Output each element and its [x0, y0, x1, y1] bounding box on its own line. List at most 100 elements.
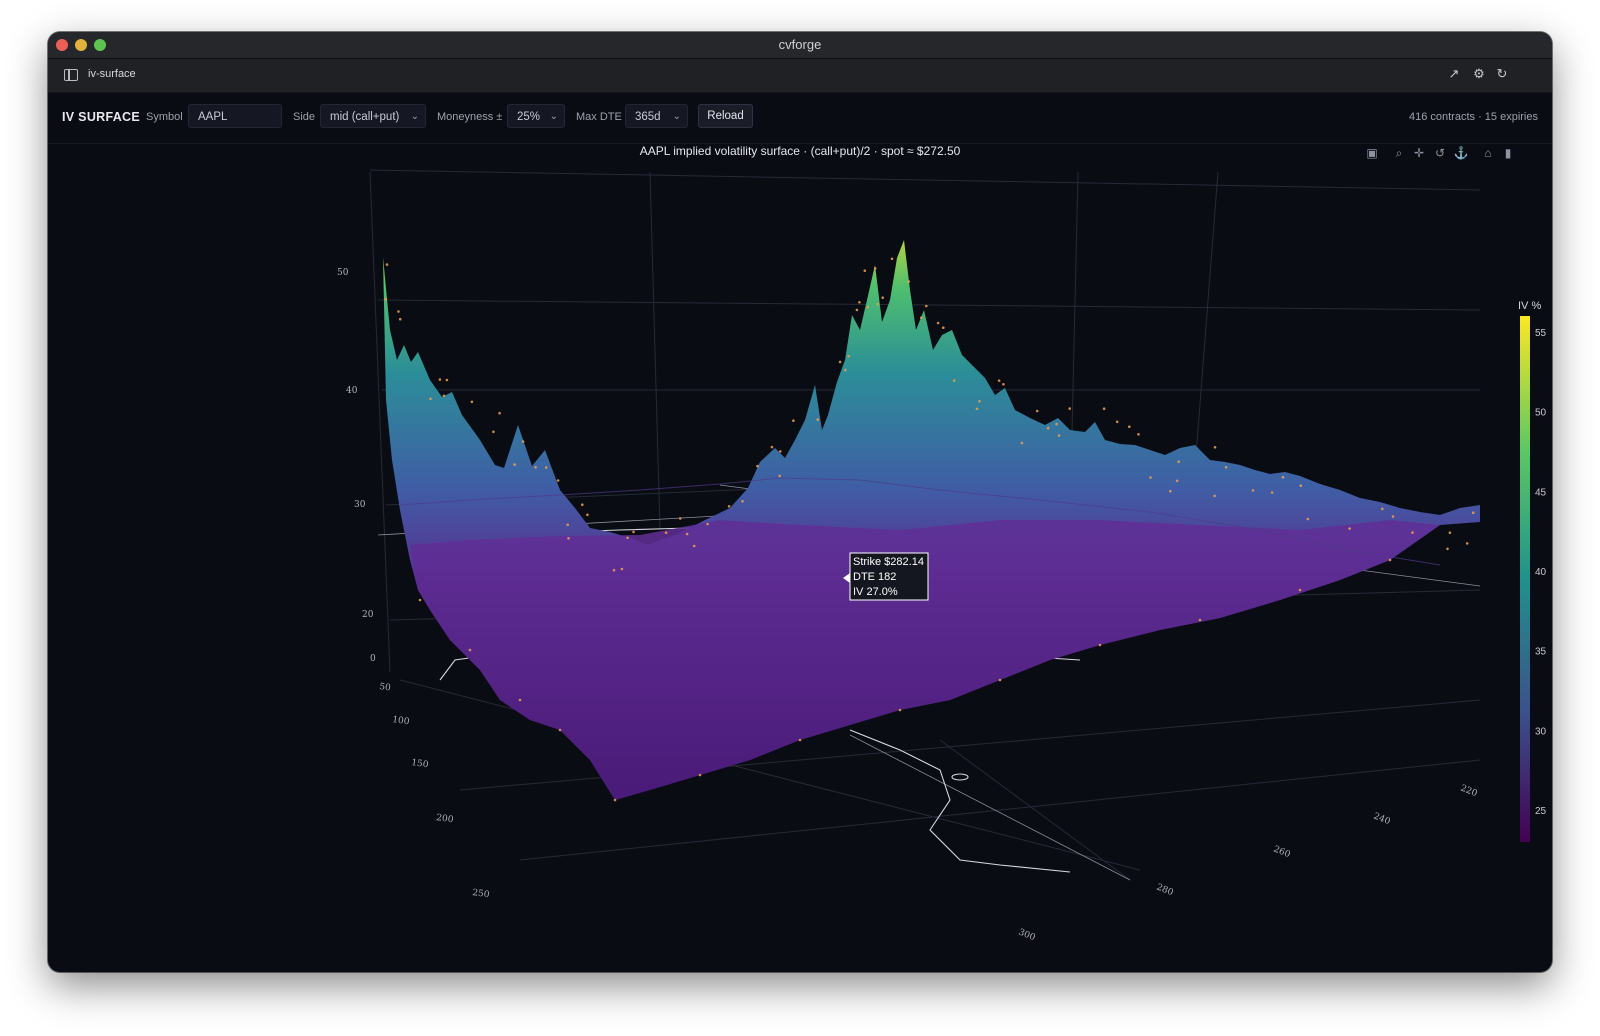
market-point — [1224, 466, 1228, 469]
market-point — [692, 544, 696, 548]
market-point — [1348, 527, 1351, 530]
market-point — [920, 316, 923, 320]
market-point — [936, 321, 940, 325]
market-point — [384, 297, 388, 301]
market-point — [898, 708, 902, 712]
market-point — [1411, 531, 1414, 534]
colorbar-tick-label: 45 — [1535, 487, 1547, 498]
market-point — [1281, 475, 1285, 479]
market-point — [445, 378, 449, 382]
y-tick-label: 250 — [472, 888, 491, 900]
market-point — [581, 503, 584, 507]
market-point — [1388, 558, 1392, 562]
market-point — [1298, 588, 1302, 592]
market-point — [492, 430, 495, 434]
market-point — [975, 407, 979, 411]
iv-surface-plot[interactable]: 50 40 30 20 0 50 100 150 200 250 220 240… — [0, 0, 1600, 1036]
market-point — [1128, 425, 1131, 429]
y-tick-label: 50 — [379, 682, 392, 694]
market-point — [1098, 643, 1102, 647]
market-point — [779, 450, 782, 453]
market-point — [1381, 507, 1384, 511]
market-point — [1068, 407, 1071, 410]
market-point — [698, 773, 702, 777]
market-point — [398, 317, 402, 321]
market-point — [1169, 489, 1172, 493]
market-point — [1137, 433, 1140, 436]
market-point — [1391, 515, 1395, 518]
tooltip-dte: DTE 182 — [853, 571, 896, 583]
market-point — [1149, 476, 1152, 479]
market-point — [816, 418, 819, 421]
market-point — [890, 257, 894, 261]
market-point — [556, 479, 560, 482]
market-point — [942, 326, 945, 330]
market-point — [706, 522, 709, 526]
market-point — [586, 513, 589, 517]
market-point — [838, 360, 842, 364]
market-point — [1035, 409, 1039, 413]
market-point — [997, 379, 1001, 383]
colorbar-tick-label: 25 — [1535, 806, 1547, 817]
market-point — [1465, 542, 1469, 545]
x-tick-label: 260 — [1272, 845, 1292, 861]
market-point — [978, 400, 981, 403]
market-point — [907, 280, 911, 283]
market-point — [1251, 489, 1255, 492]
market-point — [873, 267, 877, 270]
market-point — [1213, 494, 1216, 498]
x-tick-label: 280 — [1155, 883, 1175, 899]
market-point — [1306, 517, 1310, 521]
market-point — [558, 728, 562, 732]
market-point — [863, 269, 867, 273]
colorbar-tick-label: 50 — [1535, 408, 1547, 419]
market-point — [544, 466, 548, 469]
y-tick-label: 150 — [411, 758, 430, 770]
market-point — [1299, 484, 1303, 488]
tooltip-strike: Strike $282.14 — [853, 556, 924, 568]
market-point — [1213, 446, 1217, 449]
market-point — [626, 536, 629, 540]
z-tick-label: 30 — [354, 500, 366, 510]
market-point — [620, 567, 624, 571]
market-point — [1177, 460, 1180, 464]
market-point — [613, 798, 617, 802]
market-point — [685, 532, 689, 536]
colorbar-gradient — [1520, 316, 1530, 842]
tooltip-iv: IV 27.0% — [853, 586, 898, 598]
market-point — [468, 648, 472, 652]
hover-tooltip: Strike $282.14 DTE 182 IV 27.0% — [843, 552, 929, 601]
market-point — [998, 678, 1002, 682]
market-point — [534, 466, 537, 469]
x-tick-label: 220 — [1459, 784, 1479, 800]
market-point — [1448, 531, 1452, 534]
z-tick-label: 20 — [362, 610, 374, 620]
market-point — [876, 302, 879, 306]
z-tick-label: 50 — [337, 268, 349, 278]
market-point — [792, 419, 795, 423]
y-tick-label: 100 — [392, 715, 411, 727]
market-point — [952, 379, 956, 382]
market-point — [866, 305, 870, 309]
market-point — [566, 523, 569, 527]
market-point — [778, 474, 781, 478]
market-point — [521, 440, 525, 443]
market-point — [741, 500, 744, 503]
market-point — [881, 296, 884, 300]
market-point — [1055, 422, 1058, 426]
market-point — [567, 537, 570, 540]
colorbar-tick-label: 30 — [1535, 726, 1547, 737]
market-point — [1446, 547, 1449, 551]
colorbar-title: IV % — [1518, 300, 1541, 312]
market-point — [1270, 491, 1274, 494]
market-point — [727, 505, 731, 508]
market-point — [442, 394, 446, 398]
colorbar-tick-label: 35 — [1535, 647, 1547, 658]
market-point — [1175, 479, 1179, 483]
market-point — [756, 464, 759, 468]
market-point — [1115, 420, 1119, 424]
market-point — [498, 411, 501, 415]
market-point — [1046, 426, 1050, 430]
market-point — [418, 598, 422, 602]
colorbar-tick-label: 40 — [1535, 567, 1547, 578]
